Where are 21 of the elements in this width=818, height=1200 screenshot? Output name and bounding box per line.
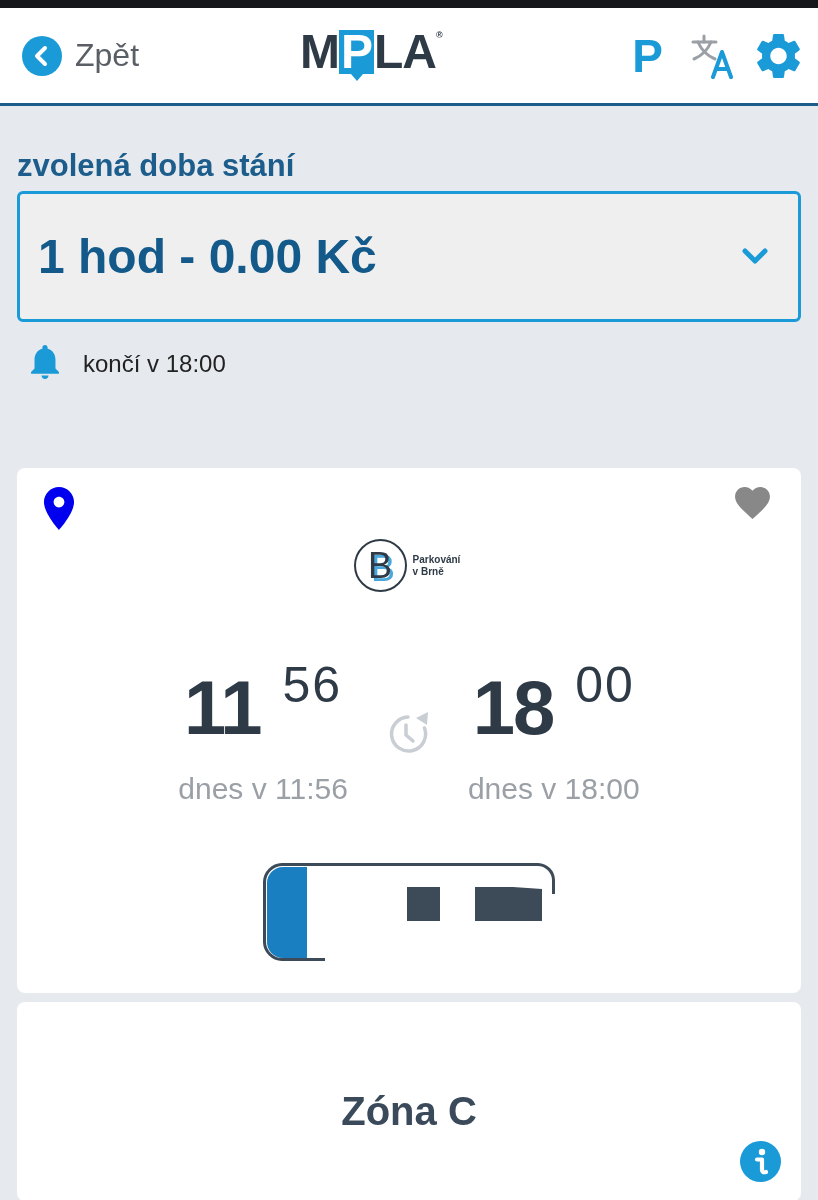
heart-icon[interactable] [735, 487, 770, 519]
info-icon[interactable] [740, 1141, 781, 1182]
translate-icon[interactable] [691, 32, 733, 79]
minutes-text: 56 [282, 660, 343, 710]
chevron-down-icon [742, 248, 768, 265]
app-logo: MPLA® [300, 30, 442, 81]
zone-label: Zóna C [341, 1088, 477, 1135]
duration-label: zvolená doba stání [17, 147, 296, 184]
operator-monogram: B [353, 539, 407, 592]
end-time-notice: končí v 18:00 [83, 349, 226, 378]
back-button[interactable]: Zpět [22, 35, 140, 76]
minutes-text: 00 [575, 660, 635, 710]
operator-name: Parkování v Brně [412, 553, 461, 578]
duration-dropdown[interactable]: 1 hod - 0.00 Kč [17, 191, 801, 322]
hours-text: 18 [472, 670, 554, 746]
settings-icon[interactable] [757, 32, 800, 79]
time-caption: dnes v 18:00 [467, 771, 640, 807]
hours-text: 11 [184, 670, 261, 746]
time-caption: dnes v 11:56 [178, 771, 348, 807]
bell-icon [30, 345, 60, 379]
back-icon [22, 35, 62, 76]
